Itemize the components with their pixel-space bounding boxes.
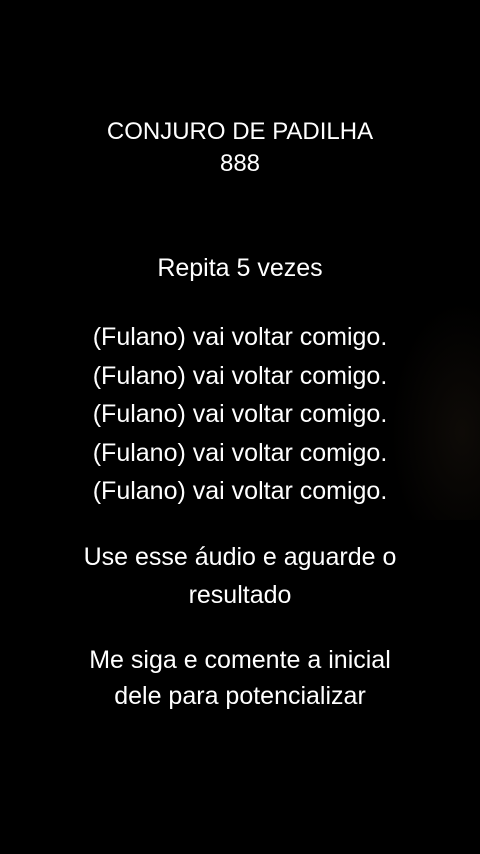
chant-block: (Fulano) vai voltar comigo. (Fulano) vai… — [0, 318, 480, 511]
audio-note-line: Use esse áudio e aguarde o — [83, 543, 397, 571]
video-frame: CONJURO DE PADILHA 888 Repita 5 vezes (F… — [0, 0, 480, 854]
title-number: 888 — [219, 150, 261, 177]
title-block: CONJURO DE PADILHA 888 — [0, 116, 480, 180]
chant-line: (Fulano) vai voltar comigo. — [92, 361, 388, 390]
audio-note: Use esse áudio e aguarde o resultado — [0, 538, 480, 614]
chant-line: (Fulano) vai voltar comigo. — [92, 477, 388, 505]
follow-note: Me siga e comente a inicial dele para po… — [0, 642, 480, 714]
instruction-line: Repita 5 vezes — [157, 254, 323, 282]
title-text: CONJURO DE PADILHA — [106, 118, 374, 145]
instruction-text: Repita 5 vezes — [0, 250, 480, 286]
follow-note-line: dele para potencializar — [114, 682, 366, 710]
chant-line: (Fulano) vai voltar comigo. — [92, 400, 388, 428]
follow-note-line: Me siga e comente a inicial — [89, 646, 391, 674]
chant-line: (Fulano) vai voltar comigo. — [92, 323, 388, 351]
chant-line: (Fulano) vai voltar comigo. — [92, 438, 388, 467]
audio-note-line: resultado — [188, 581, 292, 609]
